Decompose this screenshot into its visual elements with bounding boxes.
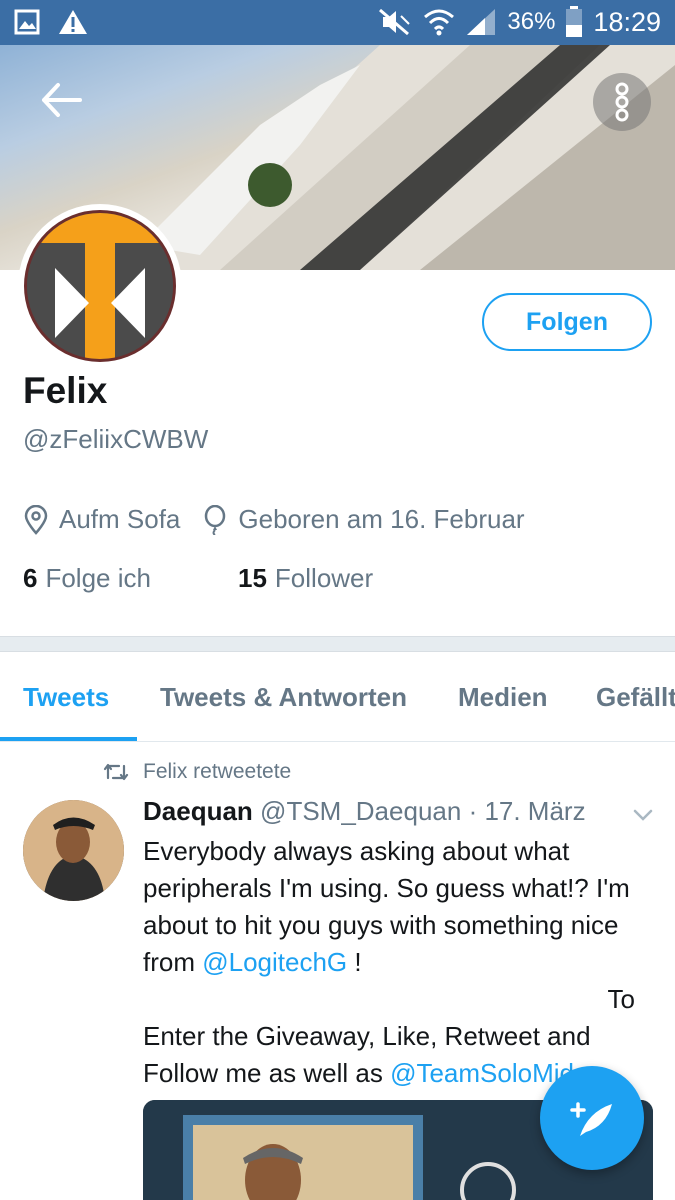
retweet-icon [103,763,129,781]
followers-stat[interactable]: 15 Follower [238,563,373,594]
tweet-author-avatar[interactable] [23,800,124,901]
tweet-text-part: To [607,984,635,1014]
tweet-text-part: ! [347,947,362,977]
mention-link[interactable]: @LogitechG [202,947,347,977]
status-bar: 36% 18:29 [0,0,675,45]
retweeted-by-text[interactable]: Felix retweetete [143,760,291,784]
tab-tweets-and-replies[interactable]: Tweets & Antworten [160,682,407,713]
followers-label: Follower [274,563,374,593]
profile-meta: Aufm Sofa Geboren am 16. Februar [23,504,547,535]
tweet-header: Daequan @TSM_Daequan · 17. März [143,796,586,827]
profile-stats: 6 Folge ich 15 Follower [23,563,373,594]
battery-icon [566,6,583,37]
compose-tweet-button[interactable] [540,1066,644,1170]
profile-handle: @zFeliixCWBW [23,424,209,454]
birthday-text: Geboren am 16. Februar [238,504,525,534]
profile-name: Felix [23,370,108,411]
mention-link[interactable]: @TeamSoloMid [390,1058,574,1088]
tab-likes[interactable]: Gefällt [596,682,675,713]
chevron-down-icon[interactable] [632,806,654,824]
section-divider [0,636,675,652]
balloon-icon [205,504,226,535]
tweet-body: Everybody always asking about what perip… [143,833,663,1092]
profile-tabs: Tweets Tweets & Antworten Medien Gefällt [0,652,675,742]
tweet-author-name[interactable]: Daequan [143,796,253,826]
birthday-item: Geboren am 16. Februar [202,504,525,535]
tweet-date: · 17. März [468,796,586,826]
back-arrow-icon[interactable] [36,75,86,125]
compose-quill-icon [570,1102,612,1136]
location-item: Aufm Sofa [23,504,180,535]
following-label: Folge ich [45,563,151,593]
following-count: 6 [23,563,38,593]
profile-avatar[interactable] [18,204,182,368]
battery-percent: 36% [507,8,556,35]
more-vertical-icon [615,82,629,122]
following-stat[interactable]: 6 Folge ich [23,563,238,594]
tweet-author-handle[interactable]: @TSM_Daequan [260,796,461,826]
wifi-icon [424,9,455,36]
retweet-context: Felix retweetete [103,760,291,784]
tab-tweets[interactable]: Tweets [23,682,109,713]
location-pin-icon [24,504,48,535]
follow-button[interactable]: Folgen [482,293,652,351]
gallery-icon [14,9,40,35]
more-options-button[interactable] [593,73,651,131]
mute-icon [379,8,411,36]
author-photo [23,800,124,901]
tab-media[interactable]: Medien [458,682,548,713]
avatar-logo-image [27,213,173,359]
clock: 18:29 [593,6,661,37]
active-tab-indicator [0,737,137,741]
signal-icon [467,9,496,35]
location-text: Aufm Sofa [59,504,181,534]
followers-count: 15 [238,563,267,593]
warning-icon [59,10,87,34]
